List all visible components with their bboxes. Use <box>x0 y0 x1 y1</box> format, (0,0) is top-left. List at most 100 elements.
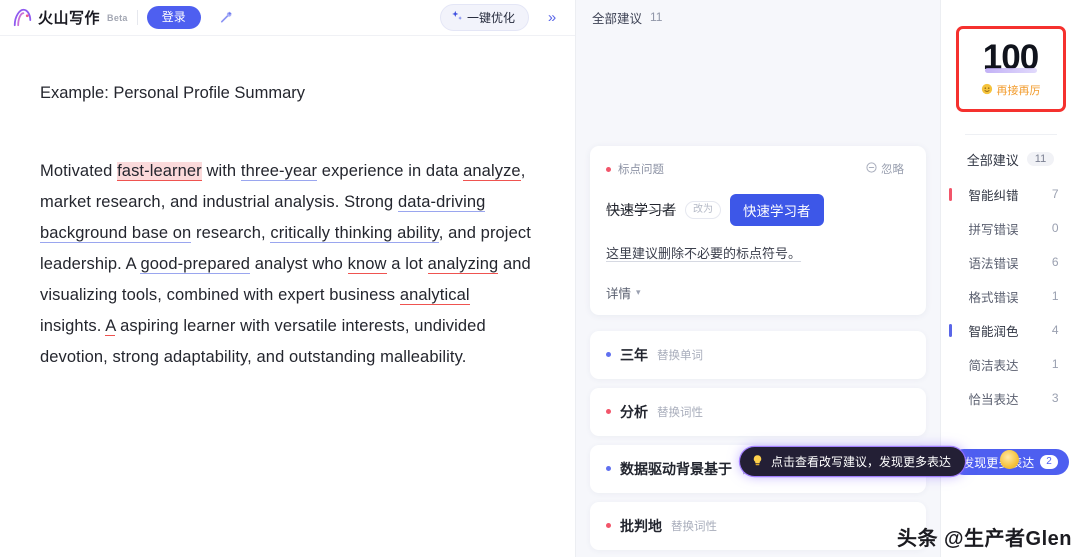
brand-name: 火山写作 <box>38 10 101 27</box>
watermark: 头条 @生产者Glen <box>896 528 1072 550</box>
detail-label: 详情 <box>606 286 632 301</box>
suggestions-header: 全部建议 11 <box>576 0 940 34</box>
suggestion-row-type: 替换词性 <box>657 406 703 419</box>
suggestion-row[interactable]: 批判地 替换词性 <box>590 501 926 550</box>
grammar-error-mark[interactable]: analyze <box>463 162 521 182</box>
category-item-appropriate-expression[interactable]: 恰当表达 3 <box>941 381 1080 415</box>
category-accent-bar <box>948 323 952 337</box>
app-root: 火山写作 Beta 登录 一键优化 » Example: Personal Pr… <box>0 0 1080 557</box>
score-caption: 再接再厉 <box>981 82 1041 98</box>
suggestions-list: 标点问题 忽略 快速学习者 改为 快速学习者 这里建议删除不必要的标点符号。 详… <box>576 34 940 557</box>
suggestion-row-type: 替换单词 <box>657 349 703 362</box>
category-list: 全部建议 11 智能纠错 7 拼写错误 0 语法错误 6 格式错误 1 智能润色… <box>941 141 1080 415</box>
suggestion-row[interactable]: 三年 替换单词 <box>590 330 926 379</box>
toolbar-divider <box>136 10 138 25</box>
chevron-double-right-icon[interactable]: » <box>539 5 565 31</box>
suggestions-header-count: 11 <box>650 10 663 24</box>
smiley-icon <box>981 83 993 98</box>
text-run: research, <box>191 224 271 243</box>
document-title: Example: Personal Profile Summary <box>40 84 306 102</box>
grammar-error-mark[interactable]: A <box>105 317 116 337</box>
ignore-button[interactable]: 忽略 <box>860 160 910 178</box>
grammar-error-mark[interactable]: know <box>347 255 387 275</box>
grammar-error-highlight[interactable]: fast-learner <box>117 162 202 182</box>
chevron-down-icon: ▾ <box>636 286 641 297</box>
ignore-label: 忽略 <box>881 164 904 176</box>
suggestion-card-active[interactable]: 标点问题 忽略 快速学习者 改为 快速学习者 这里建议删除不必要的标点符号。 详… <box>590 146 926 315</box>
sparkle-icon <box>451 10 463 25</box>
discover-label: 发现更多表达 <box>962 455 1035 470</box>
magic-wand-icon[interactable] <box>213 5 239 31</box>
suggestion-row-type: 替换词性 <box>671 520 717 533</box>
login-button[interactable]: 登录 <box>146 5 201 30</box>
category-count: 11 <box>1026 152 1055 166</box>
category-count: 6 <box>1051 255 1059 269</box>
category-label: 智能纠错 <box>968 188 1019 203</box>
category-label: 拼写错误 <box>968 222 1019 237</box>
category-count: 0 <box>1051 221 1059 235</box>
replacement-row: 快速学习者 改为 快速学习者 <box>606 194 910 226</box>
category-label: 语法错误 <box>968 256 1019 271</box>
volcano-logo-icon <box>12 8 33 27</box>
blue-dot-icon <box>606 466 611 472</box>
suggestion-description: 这里建议删除不必要的标点符号。 <box>606 246 802 261</box>
red-dot-icon <box>606 409 611 415</box>
category-label: 格式错误 <box>968 290 1019 305</box>
score-box: 100 再接再厉 <box>955 26 1066 112</box>
detail-toggle-button[interactable]: 详情 ▾ <box>606 283 641 302</box>
grammar-error-mark[interactable]: analytical <box>399 286 470 306</box>
change-to-chip: 改为 <box>685 201 721 219</box>
blue-dot-icon <box>606 352 611 358</box>
apply-replacement-button[interactable]: 快速学习者 <box>730 194 824 226</box>
category-label: 简洁表达 <box>968 358 1019 373</box>
brand: 火山写作 Beta <box>12 7 128 28</box>
beta-badge: Beta <box>107 12 128 23</box>
polish-suggestion-mark[interactable]: three-year <box>240 162 318 182</box>
lightbulb-icon <box>751 454 764 470</box>
discover-count-badge: 2 <box>1040 455 1058 469</box>
text-run: a lot <box>386 255 428 274</box>
score-underline-decoration <box>984 68 1037 73</box>
category-item-concise-expression[interactable]: 简洁表达 1 <box>941 347 1080 381</box>
category-item-all[interactable]: 全部建议 11 <box>941 141 1080 177</box>
category-label: 智能润色 <box>968 324 1019 339</box>
suggestion-row-word: 三年 <box>620 346 648 363</box>
red-dot-icon <box>606 523 611 529</box>
category-count: 1 <box>1051 289 1059 303</box>
suggestion-row-word: 数据驱动背景基于 <box>620 460 732 477</box>
tooltip-text: 点击查看改写建议，发现更多表达 <box>771 455 952 469</box>
document-canvas[interactable]: Example: Personal Profile Summary Motiva… <box>0 36 575 557</box>
category-count: 3 <box>1051 391 1059 405</box>
editor-toolbar: 火山写作 Beta 登录 一键优化 » <box>0 0 575 36</box>
text-run: experience in data <box>317 162 464 181</box>
suggestion-card-tag: 标点问题 <box>606 161 664 177</box>
suggestions-header-label: 全部建议 <box>592 11 643 26</box>
text-run: analyst who <box>250 255 348 274</box>
one-click-optimize-button[interactable]: 一键优化 <box>439 4 529 31</box>
category-label: 全部建议 <box>966 152 1019 168</box>
category-item-grammar-error[interactable]: 语法错误 6 <box>941 245 1080 279</box>
category-item-spelling-error[interactable]: 拼写错误 0 <box>941 211 1080 245</box>
rewrite-hint-tooltip: 点击查看改写建议，发现更多表达 <box>740 447 966 476</box>
category-item-smart-correction[interactable]: 智能纠错 7 <box>941 177 1080 211</box>
red-dot-icon <box>606 166 611 172</box>
score-caption-label: 再接再厉 <box>996 85 1041 97</box>
suggestion-row-word: 分析 <box>620 403 648 420</box>
text-run: insights. <box>40 317 106 336</box>
category-count: 4 <box>1051 323 1059 337</box>
suggestion-card-tag-label: 标点问题 <box>618 164 664 176</box>
minus-circle-icon <box>866 162 877 176</box>
document-paragraph: Motivated fast-learner with three-year e… <box>40 156 531 373</box>
score-divider <box>964 134 1057 135</box>
suggestion-card-header: 标点问题 忽略 <box>606 160 910 178</box>
category-item-format-error[interactable]: 格式错误 1 <box>941 279 1080 313</box>
text-run: with <box>201 162 241 181</box>
grammar-error-mark[interactable]: analyzing <box>427 255 499 275</box>
polish-suggestion-mark[interactable]: good-prepared <box>140 255 251 275</box>
polish-suggestion-mark[interactable]: critically thinking ability <box>270 224 439 244</box>
suggestion-row[interactable]: 分析 替换词性 <box>590 387 926 436</box>
category-count: 1 <box>1051 357 1059 371</box>
category-item-smart-polish[interactable]: 智能润色 4 <box>941 313 1080 347</box>
discover-more-expressions-button[interactable]: 发现更多表达 2 <box>951 449 1069 475</box>
optimize-label: 一键优化 <box>466 11 515 25</box>
